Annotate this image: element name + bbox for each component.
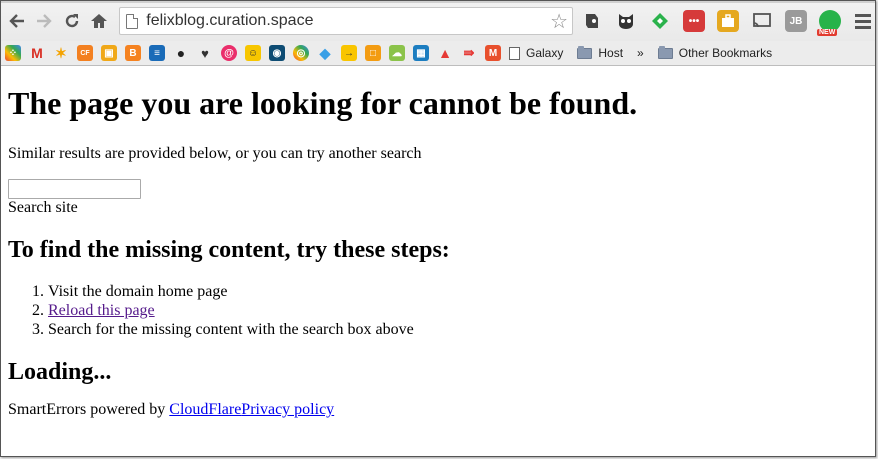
- search-label: Search site: [8, 199, 78, 217]
- bookmark-galaxy[interactable]: Galaxy: [509, 46, 563, 60]
- cloud-icon[interactable]: ☁: [389, 45, 405, 61]
- search-input[interactable]: [8, 179, 141, 200]
- camera-icon[interactable]: ◉: [269, 45, 285, 61]
- mailchimp-icon[interactable]: ☺: [245, 45, 261, 61]
- evernote-icon[interactable]: [581, 10, 603, 32]
- subtitle: Similar results are provided below, or y…: [8, 145, 422, 163]
- steps-list: Visit the domain home page Reload this p…: [8, 282, 875, 339]
- flame-icon[interactable]: ▲: [437, 45, 453, 61]
- folder-icon: [577, 45, 593, 59]
- other-bookmarks[interactable]: Other Bookmarks: [657, 45, 773, 60]
- other-bookmarks-label: Other Bookmarks: [678, 46, 773, 60]
- menu-icon[interactable]: [855, 13, 871, 29]
- overflow-chevron-icon: »: [637, 46, 644, 60]
- lastpass-icon[interactable]: •••: [683, 10, 705, 32]
- step-text: Visit the domain home page: [48, 282, 228, 300]
- step-item: Visit the domain home page: [48, 282, 875, 301]
- step-text: Search for the missing content with the …: [48, 320, 414, 338]
- cloudflare-link[interactable]: CloudFlare: [169, 401, 241, 418]
- document-icon: [509, 46, 520, 60]
- sparkle-icon[interactable]: ✶: [53, 45, 69, 61]
- double-arrow-icon[interactable]: ⇛: [461, 45, 477, 61]
- home-icon[interactable]: [88, 9, 112, 33]
- m-icon[interactable]: M: [485, 45, 501, 61]
- reload-link[interactable]: Reload this page: [48, 302, 155, 319]
- github-icon[interactable]: ●: [173, 45, 189, 61]
- square-icon[interactable]: □: [365, 45, 381, 61]
- arrow-right-icon[interactable]: →: [341, 45, 357, 61]
- browser-toolbar: felixblog.curation.space ☆ ••• JB NEW: [1, 1, 875, 41]
- briefcase-icon[interactable]: [717, 10, 739, 32]
- reload-icon[interactable]: [60, 9, 84, 33]
- page-icon: [126, 13, 139, 29]
- jetbrains-icon[interactable]: JB: [785, 10, 807, 32]
- footer: SmartErrors powered by CloudFlarePrivacy…: [8, 401, 875, 419]
- folder-icon: [657, 45, 673, 59]
- privacy-policy-link[interactable]: Privacy policy: [241, 401, 334, 418]
- bookmarks-overflow[interactable]: »: [637, 46, 644, 60]
- owl-icon[interactable]: [615, 10, 637, 32]
- grid-icon[interactable]: ▦: [413, 45, 429, 61]
- step-item: Reload this page: [48, 301, 875, 320]
- steps-heading: To find the missing content, try these s…: [8, 237, 450, 264]
- bookmark-label: Host: [598, 46, 624, 60]
- footer-prefix: SmartErrors powered by: [8, 400, 170, 418]
- gmail-icon[interactable]: M: [29, 45, 45, 61]
- page-title: The page you are looking for cannot be f…: [8, 85, 638, 121]
- forward-arrow-icon[interactable]: [33, 9, 57, 33]
- bookmark-star-icon[interactable]: ☆: [550, 9, 568, 34]
- address-bar[interactable]: felixblog.curation.space ☆: [119, 7, 573, 35]
- grammarly-icon[interactable]: NEW: [817, 10, 841, 36]
- toolbar-divider: [1, 1, 875, 3]
- back-arrow-icon[interactable]: [5, 9, 29, 33]
- cloudflare-icon[interactable]: CF: [77, 45, 93, 61]
- loading-heading: Loading...: [8, 358, 112, 385]
- at-sign-icon[interactable]: @: [221, 45, 237, 61]
- apps-icon[interactable]: ⁘: [5, 45, 21, 61]
- browser-window: felixblog.curation.space ☆ ••• JB NEW ⁘ …: [0, 0, 876, 457]
- bookmark-host[interactable]: Host: [577, 45, 624, 60]
- pocket-icon[interactable]: ♥: [197, 45, 213, 61]
- cast-icon[interactable]: [751, 10, 773, 32]
- blogger-icon[interactable]: B: [125, 45, 141, 61]
- database-icon[interactable]: ≡: [149, 45, 165, 61]
- bookmarks-bar: ⁘ M ✶ CF ▣ B ≡ ● ♥ @ ☺ ◉ ◎ ◆ → □ ☁ ▦ ▲ ⇛…: [1, 41, 875, 66]
- extension-icons: ••• JB NEW: [581, 10, 871, 36]
- box-icon[interactable]: ▣: [101, 45, 117, 61]
- feedly-icon[interactable]: [649, 10, 671, 32]
- page-content: The page you are looking for cannot be f…: [1, 85, 875, 419]
- step-item: Search for the missing content with the …: [48, 320, 875, 339]
- docker-icon[interactable]: ◆: [317, 45, 333, 61]
- bookmark-label: Galaxy: [526, 46, 564, 60]
- chrome-icon[interactable]: ◎: [293, 45, 309, 61]
- url-text[interactable]: felixblog.curation.space: [146, 12, 550, 30]
